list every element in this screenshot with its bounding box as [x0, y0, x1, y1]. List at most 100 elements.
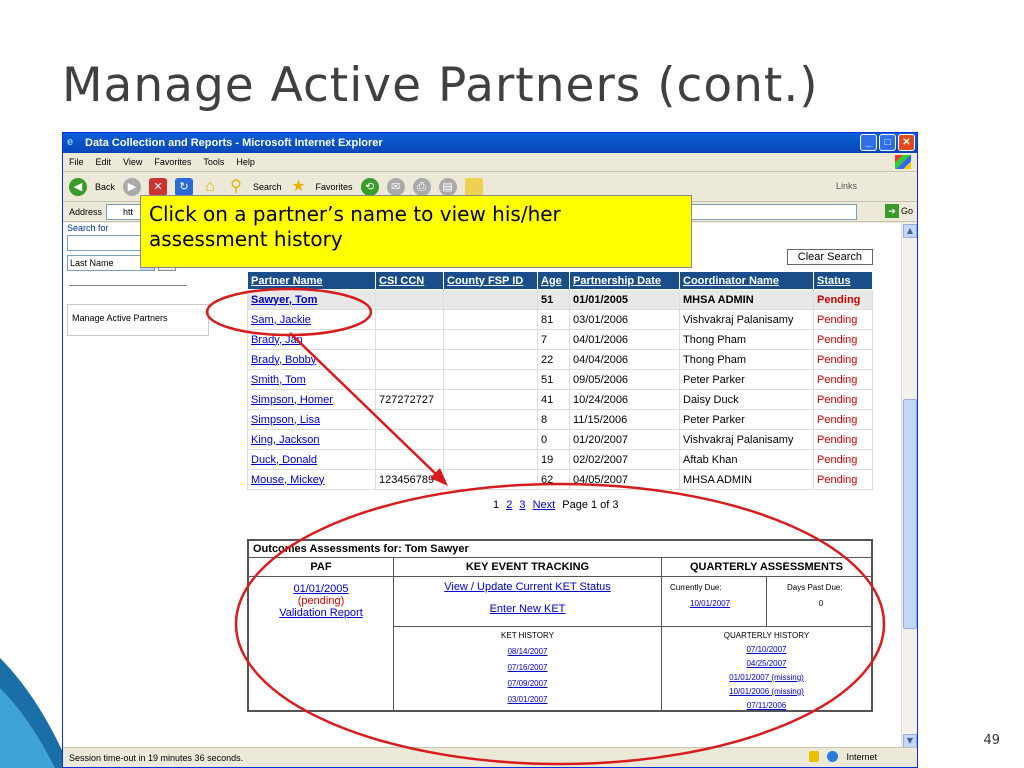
favorites-star-icon[interactable]: ★	[290, 178, 308, 196]
manage-active-partners-link[interactable]: Manage Active Partners	[67, 304, 209, 336]
menu-file[interactable]: File	[69, 157, 84, 167]
coordinator-cell: Vishvakraj Palanisamy	[679, 309, 814, 330]
next-page-link[interactable]: Next	[533, 499, 556, 511]
paf-body: 01/01/2005 (pending) Validation Report	[249, 577, 393, 625]
links-label[interactable]: Links	[836, 181, 857, 191]
column-county-fsp-id[interactable]: County FSP ID	[443, 271, 538, 290]
home-icon[interactable]: ⌂	[201, 178, 219, 196]
column-age[interactable]: Age	[537, 271, 570, 290]
close-button[interactable]: ✕	[898, 134, 915, 151]
column-csi-ccn[interactable]: CSI CCN	[375, 271, 444, 290]
clear-search-button[interactable]: Clear Search	[786, 249, 873, 265]
search-icon[interactable]: ⚲	[227, 178, 245, 196]
page-content: Search for Last Name ▼ Go Manage Active …	[63, 223, 903, 749]
partner-name-link[interactable]: Sam, Jackie	[251, 314, 311, 326]
print-icon[interactable]: ⎙	[412, 177, 431, 196]
partner-name-link[interactable]: Smith, Tom	[251, 374, 306, 386]
address-label: Address	[69, 206, 103, 217]
address-go-button[interactable]: ➔ Go	[884, 204, 913, 218]
enter-new-ket-link[interactable]: Enter New KET	[394, 603, 661, 615]
maximize-button[interactable]: □	[879, 134, 896, 151]
partner-name-link[interactable]: Mouse, Mickey	[251, 474, 324, 486]
back-icon[interactable]: ◀	[69, 177, 87, 196]
column-status[interactable]: Status	[813, 271, 873, 290]
column-partner-name[interactable]: Partner Name	[247, 271, 376, 290]
table-header-row: Partner Name CSI CCN County FSP ID Age P…	[247, 271, 873, 290]
page-2-link[interactable]: 2	[506, 499, 512, 511]
partner-name-link[interactable]: Duck, Donald	[251, 454, 317, 466]
scroll-down-icon[interactable]: ▼	[903, 734, 917, 748]
vertical-scrollbar[interactable]: ▲ ▼	[901, 223, 917, 749]
scroll-up-icon[interactable]: ▲	[903, 224, 917, 238]
window-title: Data Collection and Reports - Microsoft …	[85, 137, 383, 149]
page-3-link[interactable]: 3	[519, 499, 525, 511]
menu-favorites[interactable]: Favorites	[154, 157, 191, 167]
menu-view[interactable]: View	[123, 157, 142, 167]
view-update-ket-link[interactable]: View / Update Current KET Status	[394, 581, 661, 593]
quarterly-column: QUARTERLY ASSESSMENTS Currently Due: 10/…	[662, 558, 871, 710]
days-past-due-label: Days Past Due:	[787, 583, 843, 592]
status-bar: Session time-out in 19 minutes 36 second…	[63, 747, 917, 767]
partners-table: Partner Name CSI CCN County FSP ID Age P…	[247, 271, 873, 490]
quarterly-history: QUARTERLY HISTORY 07/10/2007 04/25/2007 …	[662, 627, 871, 710]
partner-name-link[interactable]: King, Jackson	[251, 434, 319, 446]
partner-name-cell: Brady, Bobby	[247, 349, 376, 370]
scroll-thumb[interactable]	[903, 399, 917, 629]
menu-tools[interactable]: Tools	[203, 157, 224, 167]
folder-icon[interactable]	[464, 177, 483, 196]
table-row: Duck, Donald 19 02/02/2007 Aftab Khan Pe…	[247, 449, 873, 470]
coordinator-cell: Daisy Duck	[679, 389, 814, 410]
table-row: Sawyer, Tom 51 01/01/2005 MHSA ADMIN Pen…	[247, 289, 873, 310]
partner-name-cell: Sam, Jackie	[247, 309, 376, 330]
page-1: 1	[493, 499, 500, 511]
edit-icon[interactable]: ▤	[438, 177, 457, 196]
stop-icon[interactable]: ✕	[149, 177, 168, 196]
callout-box: Click on a partner’s name to view his/he…	[140, 195, 692, 268]
ket-history-link[interactable]: 07/09/2007	[394, 679, 661, 688]
favorites-label[interactable]: Favorites	[316, 182, 353, 192]
menu-edit[interactable]: Edit	[96, 157, 112, 167]
partner-name-link[interactable]: Brady, Jan	[251, 334, 303, 346]
days-past-due-cell: Days Past Due: 0	[767, 577, 871, 626]
validation-report-link[interactable]: Validation Report	[249, 607, 393, 619]
forward-icon[interactable]: ▶	[123, 177, 142, 196]
county-fsp-id-cell	[443, 369, 538, 390]
mail-icon[interactable]: ✉	[386, 177, 405, 196]
coordinator-cell: Thong Pham	[679, 329, 814, 350]
ket-history-link[interactable]: 03/01/2007	[394, 695, 661, 704]
quarterly-history-link[interactable]: 07/11/2006	[662, 701, 871, 710]
currently-due-link[interactable]: 10/01/2007	[690, 599, 766, 608]
quarterly-history-link[interactable]: 04/25/2007	[662, 659, 871, 668]
search-label[interactable]: Search	[253, 182, 282, 192]
paf-date-link[interactable]: 01/01/2005	[249, 583, 393, 595]
partner-name-link[interactable]: Simpson, Lisa	[251, 414, 320, 426]
partner-name-link[interactable]: Simpson, Homer	[251, 394, 333, 406]
ket-history-link[interactable]: 07/16/2007	[394, 663, 661, 672]
county-fsp-id-cell	[443, 429, 538, 450]
table-row: Simpson, Homer 727272727 41 10/24/2006 D…	[247, 389, 873, 410]
csi-ccn-cell: 123456789	[375, 469, 444, 490]
partnership-date-cell: 10/24/2006	[569, 389, 680, 410]
lock-icon	[809, 751, 820, 762]
status-cell: Pending	[813, 349, 873, 370]
security-zone: Internet	[809, 751, 877, 762]
partner-name-link[interactable]: Sawyer, Tom	[251, 294, 317, 306]
quarterly-history-link[interactable]: 07/10/2007	[662, 645, 871, 654]
partnership-date-cell: 09/05/2006	[569, 369, 680, 390]
column-coordinator-name[interactable]: Coordinator Name	[679, 271, 814, 290]
column-partnership-date[interactable]: Partnership Date	[569, 271, 680, 290]
minimize-button[interactable]: _	[860, 134, 877, 151]
partnership-date-cell: 11/15/2006	[569, 409, 680, 430]
menu-help[interactable]: Help	[236, 157, 255, 167]
county-fsp-id-cell	[443, 449, 538, 470]
csi-ccn-cell	[375, 449, 444, 470]
partner-name-link[interactable]: Brady, Bobby	[251, 354, 316, 366]
refresh-icon[interactable]: ↻	[175, 177, 194, 196]
status-cell: Pending	[813, 309, 873, 330]
table-row: Smith, Tom 51 09/05/2006 Peter Parker Pe…	[247, 369, 873, 390]
quarterly-history-link[interactable]: 10/01/2006 (missing)	[662, 687, 871, 696]
quarterly-history-link[interactable]: 01/01/2007 (missing)	[662, 673, 871, 682]
back-label[interactable]: Back	[95, 182, 115, 192]
ket-history-link[interactable]: 08/14/2007	[394, 647, 661, 656]
history-icon[interactable]: ⟲	[360, 177, 379, 196]
